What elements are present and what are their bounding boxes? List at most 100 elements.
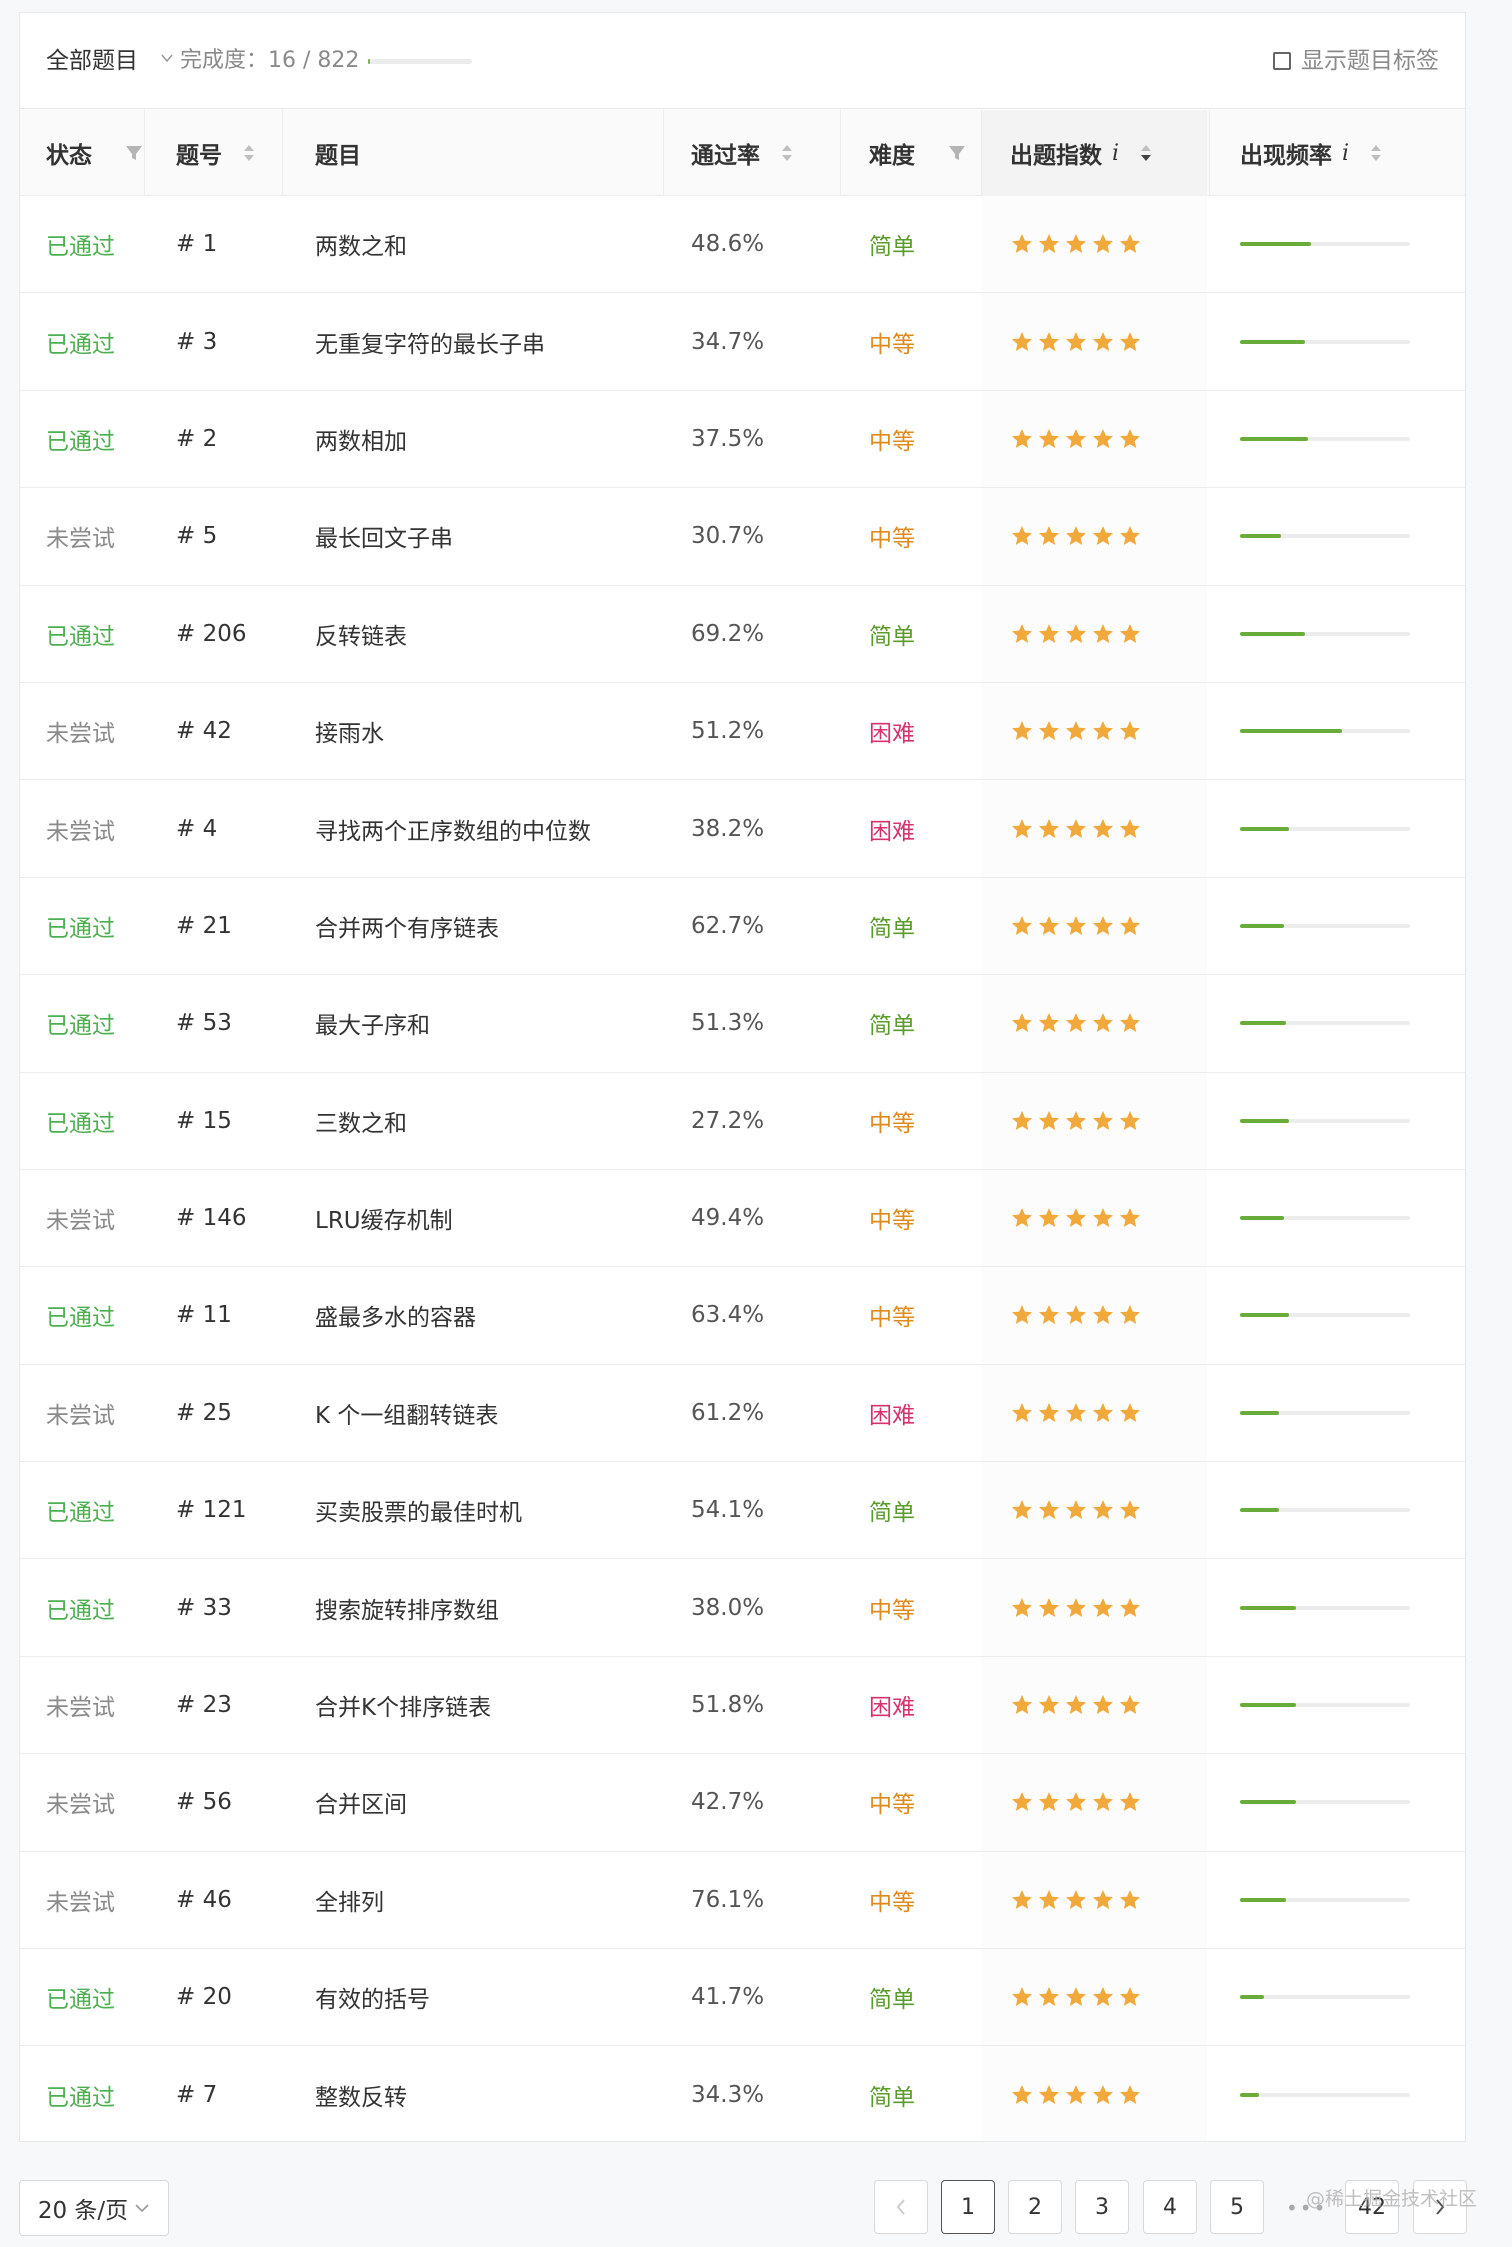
column-status[interactable]: 状态 <box>46 110 148 196</box>
index-stars <box>1010 878 1142 974</box>
status-cell: 已通过 <box>46 915 115 942</box>
title-link[interactable]: 搜索旋转排序数组 <box>315 1559 499 1655</box>
title-link[interactable]: 整数反转 <box>315 2046 407 2141</box>
sort-icon[interactable] <box>240 141 258 165</box>
table-row[interactable]: 未尝试 # 23 合并K个排序链表 51.8% 困难 <box>20 1656 1465 1755</box>
frequency-bar <box>1240 586 1410 682</box>
column-number[interactable]: 题号 <box>176 110 258 196</box>
title-link[interactable]: 最大子序和 <box>315 975 430 1071</box>
page-button-2[interactable]: 2 <box>1008 2180 1062 2234</box>
title-link[interactable]: 最长回文子串 <box>315 488 453 584</box>
title-link[interactable]: LRU缓存机制 <box>315 1170 453 1266</box>
page-button-4[interactable]: 4 <box>1143 2180 1197 2234</box>
star-icon <box>1012 234 1032 254</box>
number-cell: # 7 <box>176 2081 218 2108</box>
sort-icon[interactable] <box>1367 141 1385 165</box>
title-link[interactable]: K 个一组翻转链表 <box>315 1365 498 1461</box>
title-link[interactable]: 两数相加 <box>315 391 407 487</box>
star-icon <box>1120 428 1140 448</box>
title-link[interactable]: 合并区间 <box>315 1754 407 1850</box>
table-row[interactable]: 已通过 # 20 有效的括号 41.7% 简单 <box>20 1949 1465 2047</box>
table-row[interactable]: 未尝试 # 56 合并区间 42.7% 中等 <box>20 1754 1465 1852</box>
star-icon <box>1039 1402 1059 1422</box>
status-cell: 未尝试 <box>46 1208 115 1235</box>
page-button-1[interactable]: 1 <box>941 2180 995 2234</box>
title-link[interactable]: 寻找两个正序数组的中位数 <box>315 780 591 876</box>
title-link[interactable]: 合并K个排序链表 <box>315 1657 491 1753</box>
table-row[interactable]: 已通过 # 53 最大子序和 51.3% 简单 <box>20 975 1465 1073</box>
column-frequency-label: 出现频率 <box>1240 143 1332 169</box>
info-icon[interactable]: i <box>1112 141 1119 166</box>
column-difficulty[interactable]: 难度 <box>869 110 971 196</box>
title-link[interactable]: 两数之和 <box>315 196 407 292</box>
frequency-bar <box>1240 1949 1410 2045</box>
table-row[interactable]: 未尝试 # 146 LRU缓存机制 49.4% 中等 <box>20 1169 1465 1268</box>
star-icon <box>1093 818 1113 838</box>
chevron-down-icon[interactable] <box>160 51 174 65</box>
title-link[interactable]: 买卖股票的最佳时机 <box>315 1462 522 1558</box>
table-row[interactable]: 已通过 # 206 反转链表 69.2% 简单 <box>20 585 1465 683</box>
table-row[interactable]: 未尝试 # 46 全排列 76.1% 中等 <box>20 1851 1465 1950</box>
number-cell: # 33 <box>176 1594 232 1621</box>
status-cell: 已通过 <box>46 428 115 455</box>
title-link[interactable]: 合并两个有序链表 <box>315 878 499 974</box>
table-row[interactable]: 未尝试 # 25 K 个一组翻转链表 61.2% 困难 <box>20 1364 1465 1463</box>
star-icon <box>1039 1110 1059 1130</box>
title-link[interactable]: 盛最多水的容器 <box>315 1267 476 1363</box>
number-cell: # 5 <box>176 523 218 550</box>
index-stars <box>1010 1170 1142 1266</box>
title-link[interactable]: 全排列 <box>315 1852 384 1948</box>
title-link[interactable]: 有效的括号 <box>315 1949 430 2045</box>
number-cell: # 121 <box>176 1497 247 1524</box>
frequency-bar <box>1240 1657 1410 1753</box>
table-row[interactable]: 已通过 # 3 无重复字符的最长子串 34.7% 中等 <box>20 293 1465 391</box>
number-cell: # 3 <box>176 328 218 355</box>
info-icon[interactable]: i <box>1342 141 1349 166</box>
status-cell: 未尝试 <box>46 526 115 553</box>
title-link[interactable]: 无重复字符的最长子串 <box>315 293 545 389</box>
column-index[interactable]: 出题指数 i <box>1010 110 1155 196</box>
index-stars <box>1010 1462 1142 1558</box>
difficulty-cell: 简单 <box>869 1500 915 1527</box>
index-stars <box>1010 196 1142 292</box>
difficulty-cell: 简单 <box>869 915 915 942</box>
table-row[interactable]: 未尝试 # 42 接雨水 51.2% 困难 <box>20 682 1465 781</box>
star-icon <box>1012 1208 1032 1228</box>
table-row[interactable]: 已通过 # 21 合并两个有序链表 62.7% 简单 <box>20 877 1465 976</box>
show-tags-toggle[interactable]: 显示题目标签 <box>1273 13 1439 109</box>
title-link[interactable]: 三数之和 <box>315 1073 407 1169</box>
title-link[interactable]: 反转链表 <box>315 586 407 682</box>
star-icon <box>1012 1792 1032 1812</box>
table-row[interactable]: 已通过 # 121 买卖股票的最佳时机 54.1% 简单 <box>20 1462 1465 1560</box>
table-row[interactable]: 已通过 # 15 三数之和 27.2% 中等 <box>20 1072 1465 1170</box>
page-size-select[interactable]: 20 条/页 <box>19 2180 169 2236</box>
table-row[interactable]: 未尝试 # 4 寻找两个正序数组的中位数 38.2% 困难 <box>20 780 1465 878</box>
star-icon <box>1093 1402 1113 1422</box>
all-problems-filter[interactable]: 全部题目 <box>46 13 138 109</box>
title-link[interactable]: 接雨水 <box>315 683 384 779</box>
column-pass-rate[interactable]: 通过率 <box>691 110 796 196</box>
column-frequency[interactable]: 出现频率 i <box>1240 110 1385 196</box>
index-stars <box>1010 293 1142 389</box>
table-row[interactable]: 已通过 # 11 盛最多水的容器 63.4% 中等 <box>20 1267 1465 1365</box>
prev-page-button[interactable] <box>874 2180 928 2234</box>
index-stars <box>1010 1852 1142 1948</box>
column-title-label: 题目 <box>315 143 361 169</box>
table-row[interactable]: 已通过 # 7 整数反转 34.3% 简单 <box>20 2046 1465 2141</box>
show-tags-checkbox[interactable] <box>1273 52 1291 70</box>
page-button-3[interactable]: 3 <box>1075 2180 1129 2234</box>
filter-icon[interactable] <box>945 142 971 164</box>
sort-desc-icon[interactable] <box>1137 141 1155 165</box>
table-row[interactable]: 已通过 # 2 两数相加 37.5% 中等 <box>20 390 1465 489</box>
table-row[interactable]: 未尝试 # 5 最长回文子串 30.7% 中等 <box>20 488 1465 586</box>
difficulty-cell: 困难 <box>869 1695 915 1722</box>
sort-icon[interactable] <box>778 141 796 165</box>
star-icon <box>1012 1889 1032 1909</box>
table-row[interactable]: 已通过 # 33 搜索旋转排序数组 38.0% 中等 <box>20 1559 1465 1657</box>
number-cell: # 15 <box>176 1107 232 1134</box>
filter-icon[interactable] <box>122 142 148 164</box>
pass-rate-cell: 30.7% <box>691 523 765 550</box>
page-button-5[interactable]: 5 <box>1210 2180 1264 2234</box>
table-row[interactable]: 已通过 # 1 两数之和 48.6% 简单 <box>20 196 1465 294</box>
star-icon <box>1039 1597 1059 1617</box>
